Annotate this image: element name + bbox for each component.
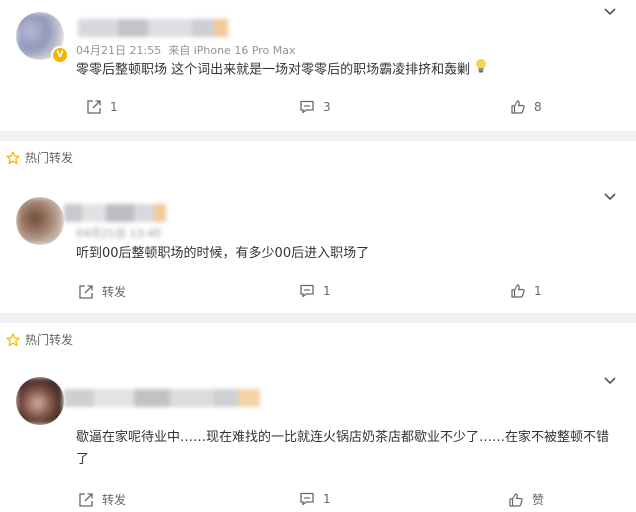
post-text: 歇逼在家呢待业中……现在难找的一比就连火锅店奶茶店都歇业不少了……在家不被整顿不… <box>76 430 610 467</box>
like-icon <box>511 284 525 298</box>
comment-icon <box>300 100 314 114</box>
verified-badge: V <box>51 46 69 64</box>
like-button[interactable]: 8 <box>510 99 542 115</box>
share-button[interactable]: 转发 <box>78 491 126 508</box>
comment-count: 1 <box>323 492 331 506</box>
comment-button[interactable]: 1 <box>299 491 331 507</box>
avatar[interactable] <box>16 197 64 245</box>
share-count: 1 <box>110 100 118 114</box>
comment-button[interactable]: 1 <box>299 283 331 299</box>
comment-button[interactable]: 3 <box>299 99 331 115</box>
share-icon <box>79 284 93 299</box>
post-date: 04月21日 13:45 <box>76 227 162 240</box>
avatar[interactable] <box>16 377 64 425</box>
post-text: 听到00后整顿职场的时候，有多少00后进入职场了 <box>76 246 370 261</box>
like-button[interactable]: 1 <box>510 283 542 299</box>
share-button[interactable]: 1 <box>86 99 118 115</box>
hot-repost-label: 热门转发 <box>6 149 73 166</box>
username-blurred[interactable] <box>64 204 166 222</box>
comment-icon <box>300 492 314 506</box>
username-blurred[interactable] <box>64 389 260 407</box>
share-button[interactable]: 转发 <box>78 283 126 300</box>
comment-icon <box>300 284 314 298</box>
share-icon <box>87 100 101 114</box>
chevron-down-icon[interactable] <box>604 8 616 16</box>
post-text: 零零后整顿职场 这个词出来就是一场对零零后的职场霸凌排挤和轰剿 <box>76 58 488 82</box>
like-button[interactable]: 赞 <box>508 491 544 508</box>
star-icon <box>6 332 20 346</box>
post-card-2: 热门转发 04月21日 13:45 听到00后整顿职场的时候，有多少00后进入职… <box>0 141 636 313</box>
like-icon <box>509 492 523 507</box>
post-card-3: 热门转发 歇逼在家呢待业中……现在难找的一比就连火锅店奶茶店都歇业不少了……在家… <box>0 323 636 512</box>
post-date: 04月21日 21:55 <box>76 44 162 57</box>
star-icon <box>6 150 20 164</box>
like-count: 8 <box>534 100 542 114</box>
like-icon <box>511 100 525 114</box>
like-count: 1 <box>534 284 542 298</box>
like-label: 赞 <box>532 493 545 507</box>
hot-repost-label: 热门转发 <box>6 331 73 348</box>
post-card-1: V 04月21日 21:55 来自 iPhone 16 Pro Max 零零后整… <box>0 0 636 131</box>
username-blurred[interactable] <box>78 19 228 37</box>
share-icon <box>79 492 93 507</box>
chevron-down-icon[interactable] <box>604 377 616 385</box>
comment-count: 1 <box>323 284 331 298</box>
post-source: 来自 iPhone 16 Pro Max <box>168 44 296 57</box>
lightbulb-emoji <box>474 58 488 82</box>
share-label: 转发 <box>102 493 127 507</box>
chevron-down-icon[interactable] <box>604 193 616 201</box>
share-label: 转发 <box>102 285 127 299</box>
post-meta: 04月21日 21:55 来自 iPhone 16 Pro Max <box>76 42 296 58</box>
comment-count: 3 <box>323 100 331 114</box>
